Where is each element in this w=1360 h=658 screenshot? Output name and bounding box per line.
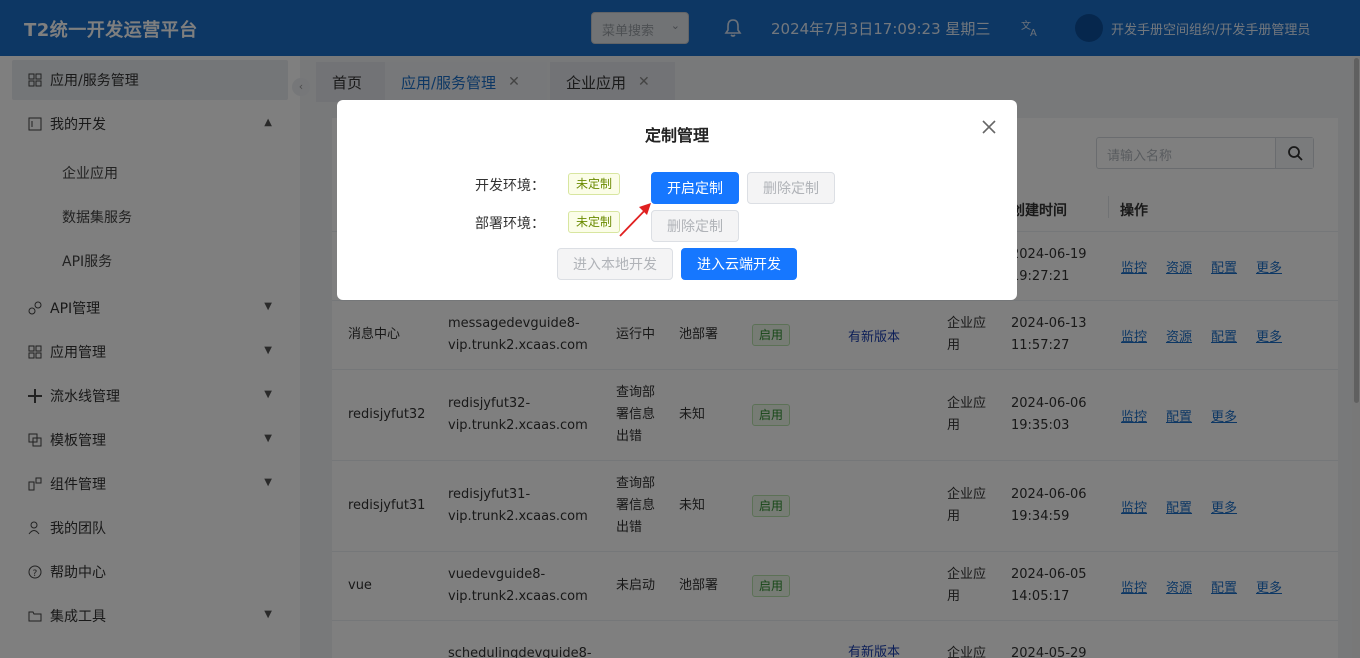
deploy-env-label: 部署环境： <box>475 216 545 232</box>
delete-dev-customization-button[interactable]: 删除定制 <box>747 172 835 204</box>
deploy-env-status-badge: 未定制 <box>568 211 621 233</box>
delete-deploy-customization-button[interactable]: 删除定制 <box>651 210 739 242</box>
modal-title: 定制管理 <box>644 126 709 145</box>
close-icon[interactable] <box>980 118 998 136</box>
modal-overlay[interactable] <box>0 0 1360 658</box>
dev-env-status-badge: 未定制 <box>568 173 621 195</box>
open-customization-button[interactable]: 开启定制 <box>651 172 739 204</box>
dev-env-label: 开发环境： <box>475 178 545 194</box>
local-dev-button[interactable]: 进入本地开发 <box>557 248 673 280</box>
customization-modal: 定制管理 开发环境： 未定制 开启定制 删除定制 部署环境： 未定制 删除定制 … <box>337 100 1017 300</box>
cloud-dev-button[interactable]: 进入云端开发 <box>681 248 797 280</box>
annotation-arrow-icon <box>619 203 651 237</box>
